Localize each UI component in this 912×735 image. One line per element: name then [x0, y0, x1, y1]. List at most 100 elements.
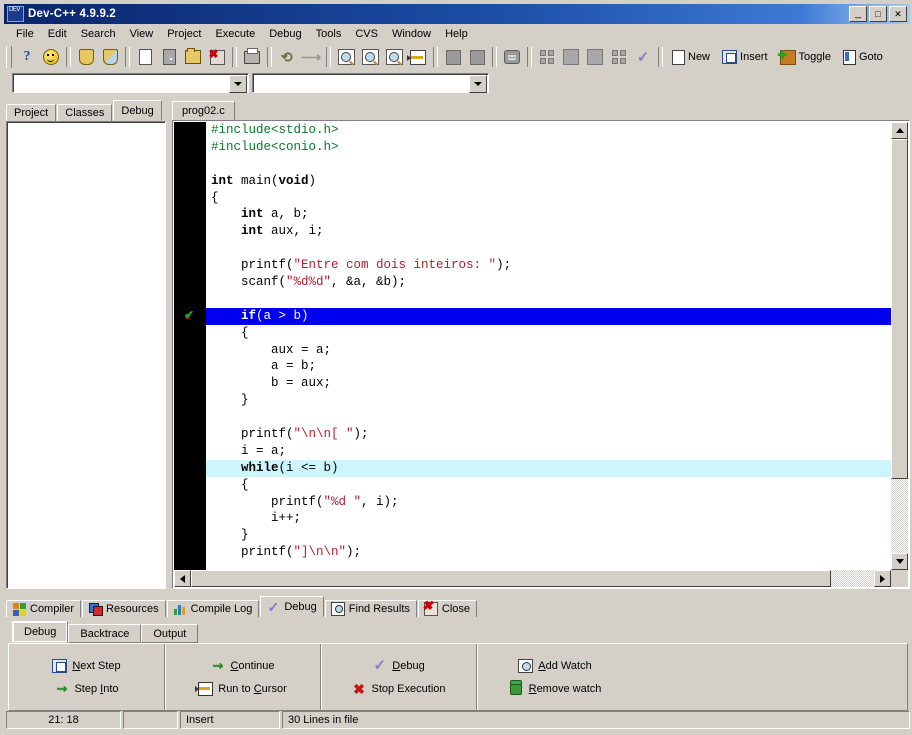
- chevron-down-icon[interactable]: [469, 75, 487, 93]
- code-line[interactable]: b = aux;: [206, 375, 891, 392]
- chevron-down-icon[interactable]: [229, 75, 247, 93]
- code-line[interactable]: int a, b;: [206, 206, 891, 223]
- goto-toolbar-button[interactable]: Goto: [837, 46, 889, 69]
- editor-gutter[interactable]: ✔: [174, 122, 206, 570]
- scroll-right-button[interactable]: [874, 570, 891, 587]
- compile-button[interactable]: [535, 46, 559, 69]
- menu-item-execute[interactable]: Execute: [208, 26, 262, 42]
- bottom-tab-close[interactable]: ✖ Close: [417, 599, 478, 617]
- new-toolbar-button[interactable]: New: [666, 46, 716, 69]
- code-line[interactable]: #include<conio.h>: [206, 139, 891, 156]
- class-browser-combo[interactable]: [12, 73, 249, 93]
- maximize-button[interactable]: □: [869, 6, 887, 22]
- about-button[interactable]: [39, 46, 63, 69]
- menu-item-project[interactable]: Project: [160, 26, 208, 42]
- vscroll-thumb[interactable]: [891, 139, 908, 479]
- code-line[interactable]: a = b;: [206, 358, 891, 375]
- code-line[interactable]: while(i <= b): [206, 459, 891, 477]
- new-project-button[interactable]: [74, 46, 98, 69]
- editor-vertical-scrollbar[interactable]: [891, 122, 908, 570]
- code-line[interactable]: #include<stdio.h>: [206, 122, 891, 139]
- undo-button[interactable]: ⟳: [275, 46, 299, 69]
- member-combo[interactable]: [252, 73, 489, 93]
- debug-subtab-debug[interactable]: Debug: [12, 621, 69, 643]
- open-file-button[interactable]: [157, 46, 181, 69]
- compile-run-button[interactable]: [583, 46, 607, 69]
- code-line[interactable]: aux = a;: [206, 342, 891, 359]
- toggle-toolbar-button[interactable]: Toggle: [774, 46, 837, 69]
- scroll-left-button[interactable]: [174, 570, 191, 587]
- toolbar-grip[interactable]: [6, 46, 12, 68]
- continue-button[interactable]: ⇝ Continue: [207, 658, 277, 674]
- replace-button[interactable]: [382, 46, 406, 69]
- bottom-tab-find-results[interactable]: Find Results: [324, 600, 417, 617]
- menu-item-debug[interactable]: Debug: [262, 26, 308, 42]
- help-button[interactable]: ?: [15, 46, 39, 69]
- step-into-button[interactable]: ⇝ Step Into: [51, 681, 121, 697]
- code-line[interactable]: [206, 291, 891, 308]
- code-line[interactable]: [206, 240, 891, 257]
- menu-item-window[interactable]: Window: [385, 26, 438, 42]
- scroll-down-button[interactable]: [891, 553, 908, 570]
- code-line[interactable]: {: [206, 477, 891, 494]
- hscroll-thumb[interactable]: [191, 570, 831, 587]
- debug-subtab-output[interactable]: Output: [141, 624, 199, 643]
- minimize-button[interactable]: _: [849, 6, 867, 22]
- code-line[interactable]: printf("]\n\n");: [206, 544, 891, 561]
- insert-toolbar-button[interactable]: Insert: [716, 46, 774, 69]
- run-button[interactable]: [559, 46, 583, 69]
- code-line[interactable]: scanf("%d%d", &a, &b);: [206, 274, 891, 291]
- code-line[interactable]: printf("Entre com dois inteiros: ");: [206, 257, 891, 274]
- code-line[interactable]: [206, 156, 891, 173]
- menu-item-help[interactable]: Help: [438, 26, 475, 42]
- code-line[interactable]: i = a;: [206, 443, 891, 460]
- code-line[interactable]: int main(void): [206, 173, 891, 190]
- left-panel-content[interactable]: [6, 121, 166, 589]
- code-editor[interactable]: ✔ #include<stdio.h> #include<conio.h> int …: [172, 120, 910, 589]
- remove-watch-button[interactable]: Remove watch: [506, 680, 605, 697]
- close-button[interactable]: ✕: [889, 6, 907, 22]
- run-to-cursor-button[interactable]: Run to Cursor: [195, 681, 289, 697]
- goto-line-button[interactable]: [406, 46, 430, 69]
- menu-item-tools[interactable]: Tools: [309, 26, 349, 42]
- print-button[interactable]: [240, 46, 264, 69]
- open-project-button[interactable]: [98, 46, 122, 69]
- menu-item-cvs[interactable]: CVS: [348, 26, 385, 42]
- code-line[interactable]: }: [206, 392, 891, 409]
- back-button[interactable]: [441, 46, 465, 69]
- code-text[interactable]: #include<stdio.h> #include<conio.h> int ma…: [206, 122, 891, 570]
- bottom-tab-compile-log[interactable]: Compile Log: [166, 600, 260, 617]
- debug-toolbar-button[interactable]: ✓: [631, 46, 655, 69]
- left-tab-debug[interactable]: Debug: [113, 100, 162, 121]
- code-line[interactable]: printf("%d ", i);: [206, 494, 891, 511]
- scroll-up-button[interactable]: [891, 122, 908, 139]
- left-tab-classes[interactable]: Classes: [57, 104, 113, 121]
- code-line[interactable]: {: [206, 325, 891, 342]
- left-tab-project[interactable]: Project: [6, 104, 57, 121]
- menu-item-search[interactable]: Search: [74, 26, 123, 42]
- menu-item-view[interactable]: View: [123, 26, 161, 42]
- redo-button[interactable]: ⟶: [299, 46, 323, 69]
- code-line[interactable]: int aux, i;: [206, 223, 891, 240]
- close-file-button[interactable]: [205, 46, 229, 69]
- code-line[interactable]: if(a > b): [206, 307, 891, 325]
- code-line[interactable]: }: [206, 527, 891, 544]
- debug-current-line-marker[interactable]: ✔: [184, 309, 195, 321]
- bottom-tab-debug[interactable]: ✓ Debug: [260, 596, 324, 617]
- code-line[interactable]: [206, 409, 891, 426]
- add-watch-button[interactable]: Add Watch: [515, 658, 594, 674]
- bottom-tab-resources[interactable]: Resources: [82, 600, 166, 617]
- find-next-button[interactable]: [358, 46, 382, 69]
- profile-button[interactable]: [500, 46, 524, 69]
- class-browser-input[interactable]: [13, 74, 248, 92]
- menu-item-edit[interactable]: Edit: [41, 26, 74, 42]
- member-input[interactable]: [253, 74, 488, 92]
- menu-item-file[interactable]: File: [9, 26, 41, 42]
- code-line[interactable]: {: [206, 190, 891, 207]
- find-button[interactable]: [334, 46, 358, 69]
- editor-tab-prog02-c[interactable]: prog02.c: [172, 101, 235, 120]
- debug-subtab-backtrace[interactable]: Backtrace: [68, 624, 142, 643]
- bottom-tab-compiler[interactable]: Compiler: [6, 600, 82, 617]
- code-line[interactable]: printf("\n\n[ ");: [206, 426, 891, 443]
- forward-button[interactable]: [465, 46, 489, 69]
